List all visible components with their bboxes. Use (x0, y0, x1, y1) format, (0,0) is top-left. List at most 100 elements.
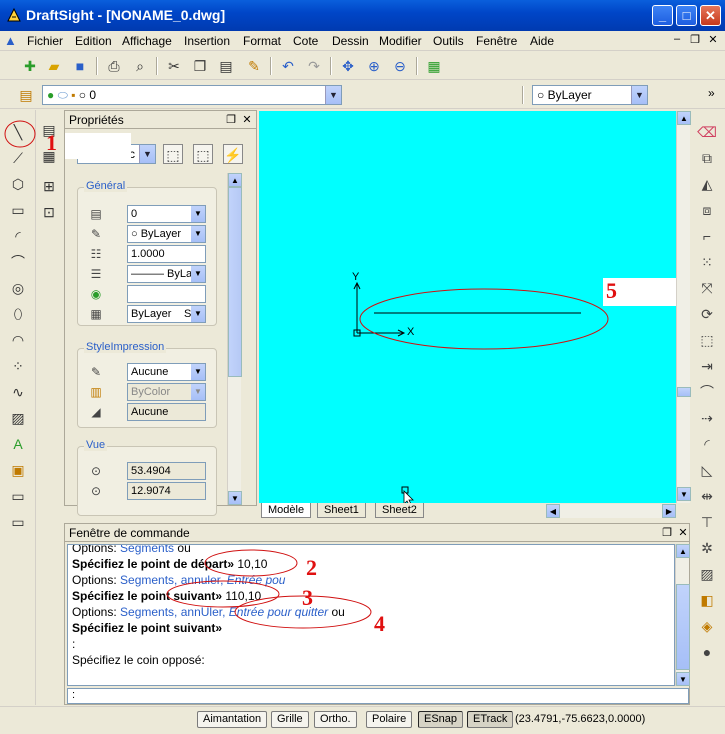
scroll-up-icon[interactable]: ▲ (676, 544, 690, 558)
erase-icon[interactable]: ⌫ (696, 122, 718, 142)
tab-sheet1[interactable]: Sheet1 (317, 503, 366, 518)
quick-select-icon[interactable]: ⬚ (193, 144, 213, 164)
rotate-icon[interactable]: ⟳ (696, 304, 718, 324)
extend-icon[interactable]: ⇢ (696, 408, 718, 428)
menu-fichier[interactable]: Fichier (27, 34, 63, 48)
copy-icon[interactable]: ❐ (190, 56, 210, 76)
scroll-up-icon[interactable]: ▲ (677, 111, 691, 125)
mdi-restore-button[interactable]: ❐ (688, 33, 702, 47)
scroll-down-icon[interactable]: ▼ (228, 491, 242, 505)
menu-dessin[interactable]: Dessin (332, 34, 369, 48)
circle-icon[interactable]: ◎ (8, 278, 28, 298)
properties-icon[interactable]: ◧ (696, 590, 718, 610)
tab-modele[interactable]: Modèle (261, 503, 312, 518)
text-icon[interactable]: ▭ (8, 486, 28, 506)
grid-button[interactable]: Grille (271, 711, 309, 728)
menu-aide[interactable]: Aide (530, 34, 554, 48)
scroll-up-icon[interactable]: ▲ (228, 173, 242, 187)
match-properties-icon[interactable]: ✎ (244, 56, 264, 76)
point-icon[interactable]: ⁘ (8, 356, 28, 376)
etrack-button[interactable]: ETrack (467, 711, 514, 728)
scale-icon[interactable]: ⬚ (696, 330, 718, 350)
scroll-right-icon[interactable]: ▶ (662, 504, 676, 518)
menu-modifier[interactable]: Modifier (379, 34, 422, 48)
chamfer-icon[interactable]: ◺ (696, 460, 718, 480)
polygon-icon[interactable]: ⬡ (8, 174, 28, 194)
drawing-canvas[interactable]: Y X 5 (259, 111, 677, 503)
region-icon[interactable]: ▣ (8, 460, 28, 480)
array-icon[interactable]: ⁙ (696, 252, 718, 272)
scroll-thumb[interactable] (676, 584, 690, 670)
cut-icon[interactable]: ✂ (164, 56, 184, 76)
offset-icon[interactable]: ⧈ (696, 200, 718, 220)
hyperlink-field[interactable] (127, 285, 206, 303)
save-icon[interactable]: ■ (70, 56, 90, 76)
simple-text-icon[interactable]: ▭ (8, 512, 28, 532)
canvas-vscrollbar[interactable]: ▲ ▼ (676, 111, 691, 503)
move-icon[interactable]: ⤧ (696, 278, 718, 298)
command-input[interactable]: : (67, 688, 689, 704)
scroll-left-icon[interactable]: ◀ (546, 504, 560, 518)
ellipse-arc-icon[interactable]: ◠ (8, 330, 28, 350)
polar-button[interactable]: Polaire (366, 711, 413, 728)
menu-cote[interactable]: Cote (293, 34, 318, 48)
stretch-icon[interactable]: ⇥ (696, 356, 718, 376)
open-folder-icon[interactable]: ▰ (44, 56, 64, 76)
layer-field[interactable]: 0 ▼ (127, 205, 206, 223)
zoom-icon[interactable]: ⊕ (364, 56, 384, 76)
break-icon[interactable]: ⇹ (696, 486, 718, 506)
chevron-down-icon[interactable]: ▼ (631, 86, 647, 104)
close-panel-icon[interactable]: ✕ (677, 526, 689, 539)
print-style-field[interactable]: Aucune ▼ (127, 363, 206, 381)
fillet-icon[interactable]: ◜ (696, 434, 718, 454)
print-preview-icon[interactable]: ⌕ (130, 56, 150, 76)
lineweight-field[interactable]: ByLayer S ▼ (127, 305, 206, 323)
tab-sheet2[interactable]: Sheet2 (375, 503, 424, 518)
float-panel-icon[interactable]: ❐ (661, 526, 673, 539)
paste-icon[interactable]: ▤ (216, 56, 236, 76)
palette-icon[interactable]: ▦ (424, 56, 444, 76)
color-combo[interactable]: ○ ByLayer ▼ (532, 85, 648, 105)
explode-icon[interactable]: ✲ (696, 538, 718, 558)
select-objects-icon[interactable]: ⬚ (163, 144, 183, 164)
insert-block-icon[interactable]: A (8, 434, 28, 454)
scroll-thumb[interactable] (228, 187, 242, 377)
trim-icon[interactable]: ⌒ (696, 382, 718, 402)
pattern-icon[interactable]: ⌐ (696, 226, 718, 246)
close-button[interactable]: ✕ (700, 5, 721, 26)
maximize-button[interactable]: □ (676, 5, 697, 26)
minimize-button[interactable]: _ (652, 5, 673, 26)
match-icon[interactable]: ◈ (696, 616, 718, 636)
chevron-down-icon[interactable]: ▼ (325, 86, 341, 104)
undo-icon[interactable]: ↶ (278, 56, 298, 76)
bomb-icon[interactable]: ● (696, 642, 718, 662)
spline-icon[interactable]: ∿ (8, 382, 28, 402)
menu-affichage[interactable]: Affichage (122, 34, 172, 48)
scroll-down-icon[interactable]: ▼ (677, 487, 691, 501)
toolbar-overflow[interactable]: » (708, 86, 715, 100)
explorer-tool-icon[interactable]: ⊡ (39, 202, 59, 222)
scroll-thumb[interactable] (677, 387, 691, 397)
esnap-button[interactable]: ESnap (418, 711, 464, 728)
menu-fenetre[interactable]: Fenêtre (476, 34, 517, 48)
ortho-button[interactable]: Ortho. (314, 711, 357, 728)
copy-entity-icon[interactable]: ⧉ (696, 148, 718, 168)
chevron-down-icon[interactable]: ▼ (139, 145, 155, 163)
layer-manager-icon[interactable]: ▤ (16, 85, 36, 105)
redo-icon[interactable]: ↷ (304, 56, 324, 76)
pan-icon[interactable]: ✥ (338, 56, 358, 76)
join-icon[interactable]: ⊤ (696, 512, 718, 532)
menu-insertion[interactable]: Insertion (184, 34, 230, 48)
menu-format[interactable]: Format (243, 34, 281, 48)
arc-icon[interactable]: ◜ (8, 226, 28, 246)
scroll-down-icon[interactable]: ▼ (676, 672, 690, 686)
float-panel-icon[interactable]: ❐ (225, 113, 237, 126)
mdi-minimize-button[interactable]: – (670, 33, 684, 47)
edit-hatch-icon[interactable]: ▨ (696, 564, 718, 584)
close-panel-icon[interactable]: ✕ (241, 113, 253, 126)
properties-scrollbar[interactable]: ▲ ▼ (227, 173, 242, 505)
layer-combo[interactable]: ● ⬭ ▪ ○ 0 ▼ (42, 85, 342, 105)
rectangle-icon[interactable]: ▭ (8, 200, 28, 220)
color-field[interactable]: ○ ByLayer ▼ (127, 225, 206, 243)
document-icon[interactable]: ▲ (4, 33, 17, 48)
